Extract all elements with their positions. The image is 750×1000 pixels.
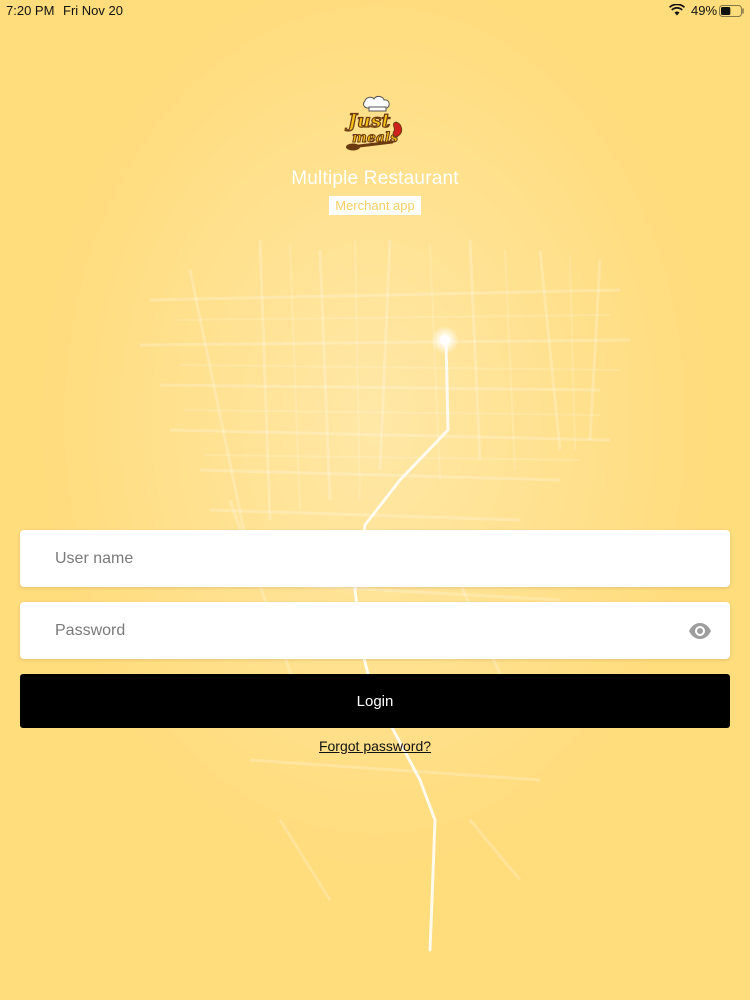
logo-text-just: Just: [345, 110, 391, 132]
wifi-icon: [669, 4, 685, 16]
status-bar: 7:20 PM Fri Nov 20 49%: [0, 0, 750, 22]
forgot-password-wrapper: Forgot password?: [0, 738, 750, 754]
status-time: 7:20 PM: [6, 3, 55, 18]
app-title: Multiple Restaurant: [291, 168, 459, 189]
forgot-password-link[interactable]: Forgot password?: [319, 738, 431, 754]
password-input[interactable]: [20, 602, 730, 659]
username-field-container: [20, 530, 730, 587]
eye-icon[interactable]: [688, 621, 712, 641]
app-badge-wrapper: Merchant app: [0, 196, 750, 215]
username-input[interactable]: [20, 530, 730, 587]
logo-text-meals: meals: [352, 130, 398, 146]
password-field-container: [20, 602, 730, 659]
status-date: Fri Nov 20: [63, 3, 123, 18]
login-button[interactable]: Login: [20, 674, 730, 728]
app-logo: Just meals: [344, 96, 403, 151]
merchant-badge: Merchant app: [329, 196, 421, 215]
battery-icon: [719, 5, 744, 17]
battery-percent: 49%: [691, 3, 718, 18]
